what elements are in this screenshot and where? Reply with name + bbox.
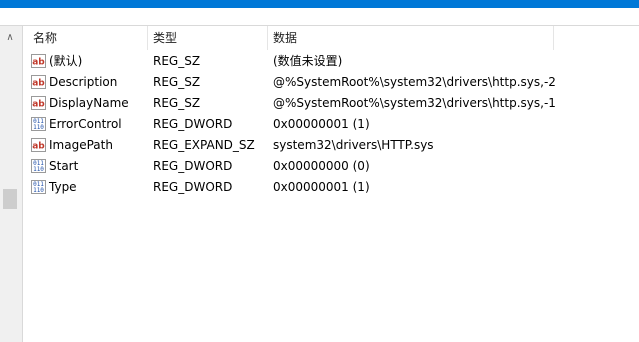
value-name-cell: ab ImagePath [27, 135, 147, 156]
value-data: system32\drivers\HTTP.sys [273, 138, 434, 152]
string-value-icon: ab [31, 138, 46, 152]
svg-text:ab: ab [32, 142, 45, 152]
svg-text:ab: ab [32, 58, 45, 68]
value-type: REG_DWORD [153, 180, 233, 194]
value-name: ImagePath [49, 138, 113, 152]
value-type: REG_DWORD [153, 117, 233, 131]
table-row[interactable]: 011 110 Type REG_DWORD 0x00000001 (1) [27, 177, 639, 198]
string-value-icon: ab [31, 96, 46, 110]
value-data: @%SystemRoot%\system32\drivers\http.sys,… [273, 96, 556, 110]
value-name: (默认) [49, 54, 83, 68]
list-header: 名称 类型 数据 [27, 26, 639, 50]
value-name-cell: 011 110 Type [27, 177, 147, 198]
value-name-cell: ab Description [27, 72, 147, 93]
string-value-icon: ab [31, 54, 46, 68]
value-data: (数值未设置) [273, 54, 343, 68]
binary-value-icon: 011 110 [31, 117, 46, 131]
string-value-icon: ab [31, 75, 46, 89]
svg-text:110: 110 [33, 166, 44, 173]
table-row[interactable]: 011 110 Start REG_DWORD 0x00000000 (0) [27, 156, 639, 177]
value-name-cell: 011 110 ErrorControl [27, 114, 147, 135]
title-bar [0, 0, 639, 8]
value-data: @%SystemRoot%\system32\drivers\http.sys,… [273, 75, 556, 89]
svg-text:ab: ab [32, 100, 45, 110]
value-type: REG_SZ [153, 96, 201, 110]
column-header-name[interactable]: 名称 [27, 26, 147, 50]
value-data: 0x00000001 (1) [273, 180, 370, 194]
value-data: 0x00000001 (1) [273, 117, 370, 131]
value-data: 0x00000000 (0) [273, 159, 370, 173]
value-name-cell: ab DisplayName [27, 93, 147, 114]
value-name-cell: 011 110 Start [27, 156, 147, 177]
binary-value-icon: 011 110 [31, 159, 46, 173]
column-header-data[interactable]: 数据 [267, 26, 557, 50]
tree-pane-scrollbar[interactable]: ∧ [0, 26, 22, 342]
binary-value-icon: 011 110 [31, 180, 46, 194]
table-row[interactable]: ab (默认) REG_SZ (数值未设置) [27, 51, 639, 72]
scroll-up-arrow-icon[interactable]: ∧ [3, 32, 17, 44]
column-header-type[interactable]: 类型 [147, 26, 267, 50]
value-name: Description [49, 75, 118, 89]
value-name-cell: ab (默认) [27, 51, 147, 72]
value-name: ErrorControl [49, 117, 122, 131]
svg-text:ab: ab [32, 79, 45, 89]
table-row[interactable]: ab ImagePath REG_EXPAND_SZ system32\drivers… [27, 135, 639, 156]
svg-text:110: 110 [33, 124, 44, 131]
value-type: REG_DWORD [153, 159, 233, 173]
value-name: Type [49, 180, 77, 194]
value-name: Start [49, 159, 79, 173]
table-row[interactable]: ab DisplayName REG_SZ @%SystemRoot%\system3… [27, 93, 639, 114]
value-name: DisplayName [49, 96, 129, 110]
scrollbar-thumb[interactable] [3, 189, 17, 209]
registry-values-list: 名称 类型 数据 ab (默认) REG_SZ (数值未设置) ab Descriptio… [27, 26, 639, 342]
column-separator[interactable] [553, 26, 554, 50]
value-type: REG_EXPAND_SZ [153, 138, 255, 152]
svg-text:110: 110 [33, 187, 44, 194]
table-row[interactable]: 011 110 ErrorControl REG_DWORD 0x00000001 (1… [27, 114, 639, 135]
value-type: REG_SZ [153, 75, 201, 89]
value-type: REG_SZ [153, 54, 201, 68]
table-row[interactable]: ab Description REG_SZ @%SystemRoot%\system3… [27, 72, 639, 93]
